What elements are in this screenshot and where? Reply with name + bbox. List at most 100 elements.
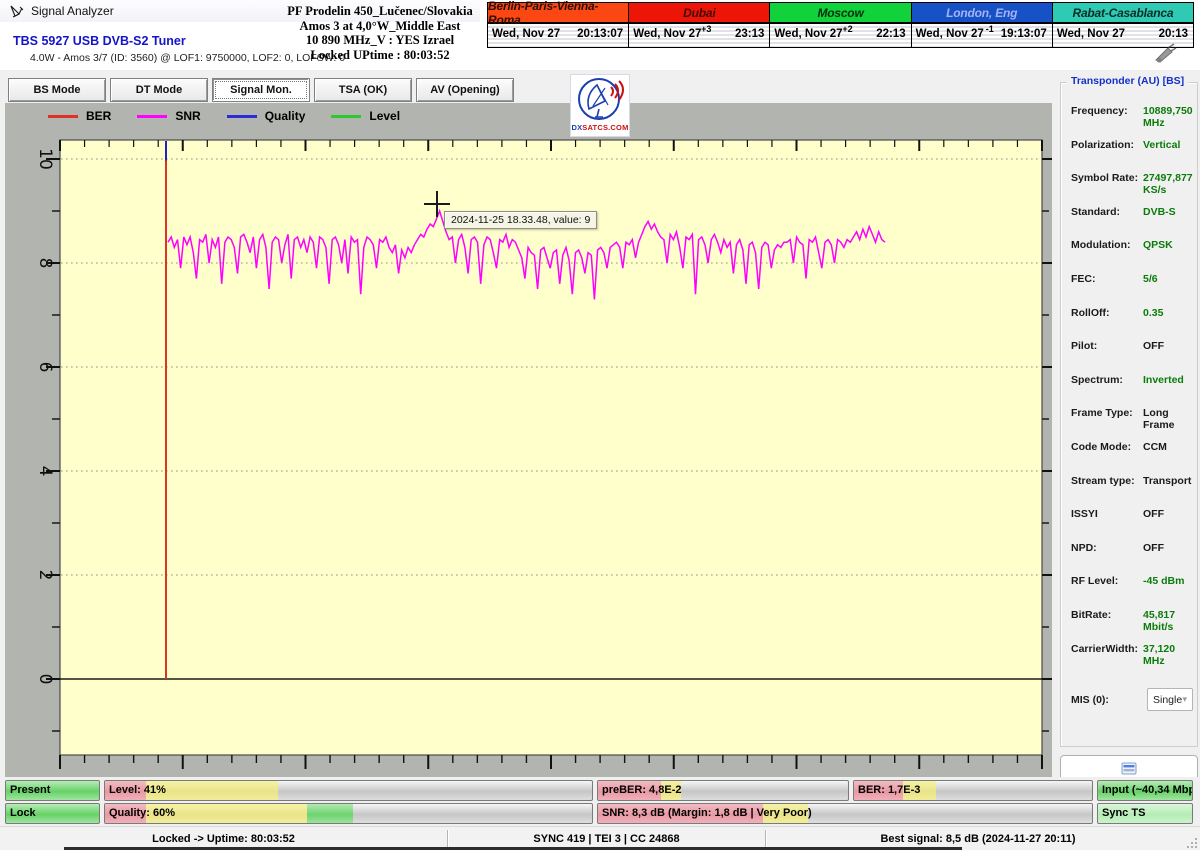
- transponder-value: 27497,877 KS/s: [1143, 172, 1193, 196]
- transponder-label: BitRate:: [1071, 609, 1143, 621]
- clock-day: Wed, Nov 27: [492, 28, 560, 40]
- transponder-row: CarrierWidth:37,120 MHz: [1071, 643, 1193, 677]
- progress-bar-snr: SNR: 8,3 dB (Margin: 1,8 dB | Very Poor): [597, 803, 1093, 824]
- progress-bar-sync-ts: Sync TS: [1097, 803, 1193, 824]
- legend-item-level: Level: [331, 109, 400, 123]
- clock-time: 22:13: [876, 28, 905, 40]
- y-axis-label: 10: [33, 146, 55, 172]
- transponder-row: Frequency:10889,750 MHz: [1071, 105, 1193, 139]
- transponder-label: FEC:: [1071, 273, 1143, 285]
- clock-city: Berlin-Paris-Vienna-Roma: [488, 3, 628, 24]
- transponder-label: Spectrum:: [1071, 374, 1143, 386]
- dxsatcs-dish-art: [575, 75, 625, 123]
- bar-label: preBER: 4,8E-2: [602, 784, 681, 796]
- clock-utc-offset: +3: [701, 24, 711, 34]
- transponder-value: -45 dBm: [1143, 575, 1184, 587]
- clock-cell: London, EngWed, Nov 27-119:13:07: [911, 2, 1053, 48]
- transponder-groupbox: Transponder (AU) [BS] Frequency:10889,75…: [1060, 82, 1198, 747]
- legend-line: [137, 115, 167, 118]
- clock-time-row: Wed, Nov 27-119:13:07: [912, 24, 1052, 47]
- site-info-block: PF Prodelin 450_Lučenec/SlovakiaAmos 3 a…: [272, 4, 488, 62]
- site-info-line: Locked UPtime : 80:03:52: [272, 48, 488, 63]
- mis-select[interactable]: Single▾: [1147, 688, 1193, 711]
- tab-av-opening-[interactable]: AV (Opening): [416, 78, 514, 102]
- bar-segment-yellow: [146, 781, 277, 800]
- legend-item-snr: SNR: [137, 109, 200, 123]
- tab-bs-mode[interactable]: BS Mode: [8, 78, 106, 102]
- transponder-label: Standard:: [1071, 206, 1143, 218]
- legend-line: [227, 115, 257, 118]
- clock-time: 23:13: [735, 28, 764, 40]
- clock-city: Moscow: [770, 3, 910, 24]
- transponder-row: Stream type:Transport: [1071, 475, 1193, 509]
- transponder-value: Vertical: [1143, 139, 1180, 151]
- transponder-value: 45,817 Mbit/s: [1143, 609, 1193, 633]
- transponder-row: Code Mode:CCM: [1071, 441, 1193, 475]
- y-axis-label: 6: [33, 354, 55, 380]
- world-clocks: Berlin-Paris-Vienna-RomaWed, Nov 2720:13…: [488, 2, 1194, 48]
- tab-dt-mode[interactable]: DT Mode: [110, 78, 208, 102]
- clock-time-row: Wed, Nov 27+222:13: [770, 24, 910, 47]
- transponder-value: Long Frame: [1143, 407, 1193, 431]
- transponder-label: Stream type:: [1071, 475, 1143, 487]
- transponder-row: Spectrum:Inverted: [1071, 374, 1193, 408]
- bar-segment-green: [307, 804, 353, 823]
- progress-bar-input-40-34-mbps-: Input (~40,34 Mbps): [1097, 780, 1193, 801]
- bar-label: Level: 41%: [109, 784, 166, 796]
- transponder-panel: Transponder (AU) [BS] Frequency:10889,75…: [1052, 70, 1200, 777]
- transponder-label: Frame Type:: [1071, 407, 1143, 419]
- window-title: Signal Analyzer: [31, 4, 114, 18]
- clock-day: Wed, Nov 27: [633, 28, 701, 40]
- transponder-title: Transponder (AU) [BS]: [1067, 75, 1188, 87]
- transponder-label: Pilot:: [1071, 340, 1143, 352]
- legend-line: [331, 115, 361, 118]
- transponder-value: 37,120 MHz: [1143, 643, 1193, 667]
- y-axis-label: 2: [33, 562, 55, 588]
- transponder-value: CCM: [1143, 441, 1167, 453]
- transponder-row: Standard:DVB-S: [1071, 206, 1193, 240]
- mode-tabs: BS ModeDT ModeSignal Mon.TSA (OK)AV (Ope…: [8, 78, 514, 102]
- app-dish-icon: [9, 4, 25, 18]
- mis-label: MIS (0):: [1071, 694, 1143, 706]
- clock-time-row: Wed, Nov 2720:13:07: [488, 24, 628, 47]
- transponder-label: Polarization:: [1071, 139, 1143, 151]
- resize-grip[interactable]: [1186, 837, 1198, 849]
- clock-city: Rabat-Casablanca: [1053, 3, 1193, 24]
- clock-time: 20:13: [1159, 28, 1188, 40]
- plot-area[interactable]: [60, 140, 1042, 755]
- site-info-line: Amos 3 at 4,0°W_Middle East: [272, 19, 488, 34]
- transponder-row: ISSYIOFF: [1071, 508, 1193, 542]
- transponder-value: 5/6: [1143, 273, 1158, 285]
- progress-bar-quality: Quality: 60%: [104, 803, 593, 824]
- dxsatcs-logo-text: DXSATCS.COM: [571, 123, 628, 132]
- bar-label: Sync TS: [1102, 807, 1145, 819]
- transponder-value: Transport: [1143, 475, 1191, 487]
- transponder-label: Modulation:: [1071, 239, 1143, 251]
- clock-time-row: Wed, Nov 27+3 23:13: [629, 24, 769, 47]
- chart-tooltip: 2024-11-25 18.33.48, value: 9: [444, 211, 597, 229]
- chart-region: BERSNRQualityLevel 1086420 2024-11-25 18…: [5, 103, 1052, 777]
- tab-tsa-ok-[interactable]: TSA (OK): [314, 78, 412, 102]
- transponder-row: Polarization:Vertical: [1071, 139, 1193, 173]
- transponder-row: FEC:5/6: [1071, 273, 1193, 307]
- tab-signal-mon-[interactable]: Signal Mon.: [212, 78, 310, 102]
- transponder-row: RollOff:0.35: [1071, 307, 1193, 341]
- transponder-row: Modulation:QPSK: [1071, 239, 1193, 273]
- progress-bar-lock: Lock: [5, 803, 100, 824]
- clocks-widget-icon[interactable]: [1152, 42, 1178, 64]
- chevron-down-icon: ▾: [1182, 694, 1187, 705]
- transponder-value: 10889,750 MHz: [1143, 105, 1193, 129]
- top-header-area: Signal Analyzer TBS 5927 USB DVB-S2 Tune…: [0, 0, 1200, 70]
- signal-status-bars: PresentLevel: 41%preBER: 4,8E-2BER: 1,7E…: [0, 777, 1200, 826]
- chart-legend: BERSNRQualityLevel: [48, 109, 400, 123]
- transponder-label: Symbol Rate:: [1071, 172, 1143, 184]
- transponder-row: Pilot:OFF: [1071, 340, 1193, 374]
- progress-bar-ber: BER: 1,7E-3: [853, 780, 1093, 801]
- signal-analyzer-window: Signal Analyzer TBS 5927 USB DVB-S2 Tune…: [0, 0, 1200, 850]
- legend-label: Level: [369, 109, 400, 123]
- progress-bar-preber: preBER: 4,8E-2: [597, 780, 849, 801]
- clock-city: London, Eng: [912, 3, 1052, 24]
- transponder-row: NPD:OFF: [1071, 542, 1193, 576]
- transponder-label: NPD:: [1071, 542, 1143, 554]
- bar-label: Quality: 60%: [109, 807, 175, 819]
